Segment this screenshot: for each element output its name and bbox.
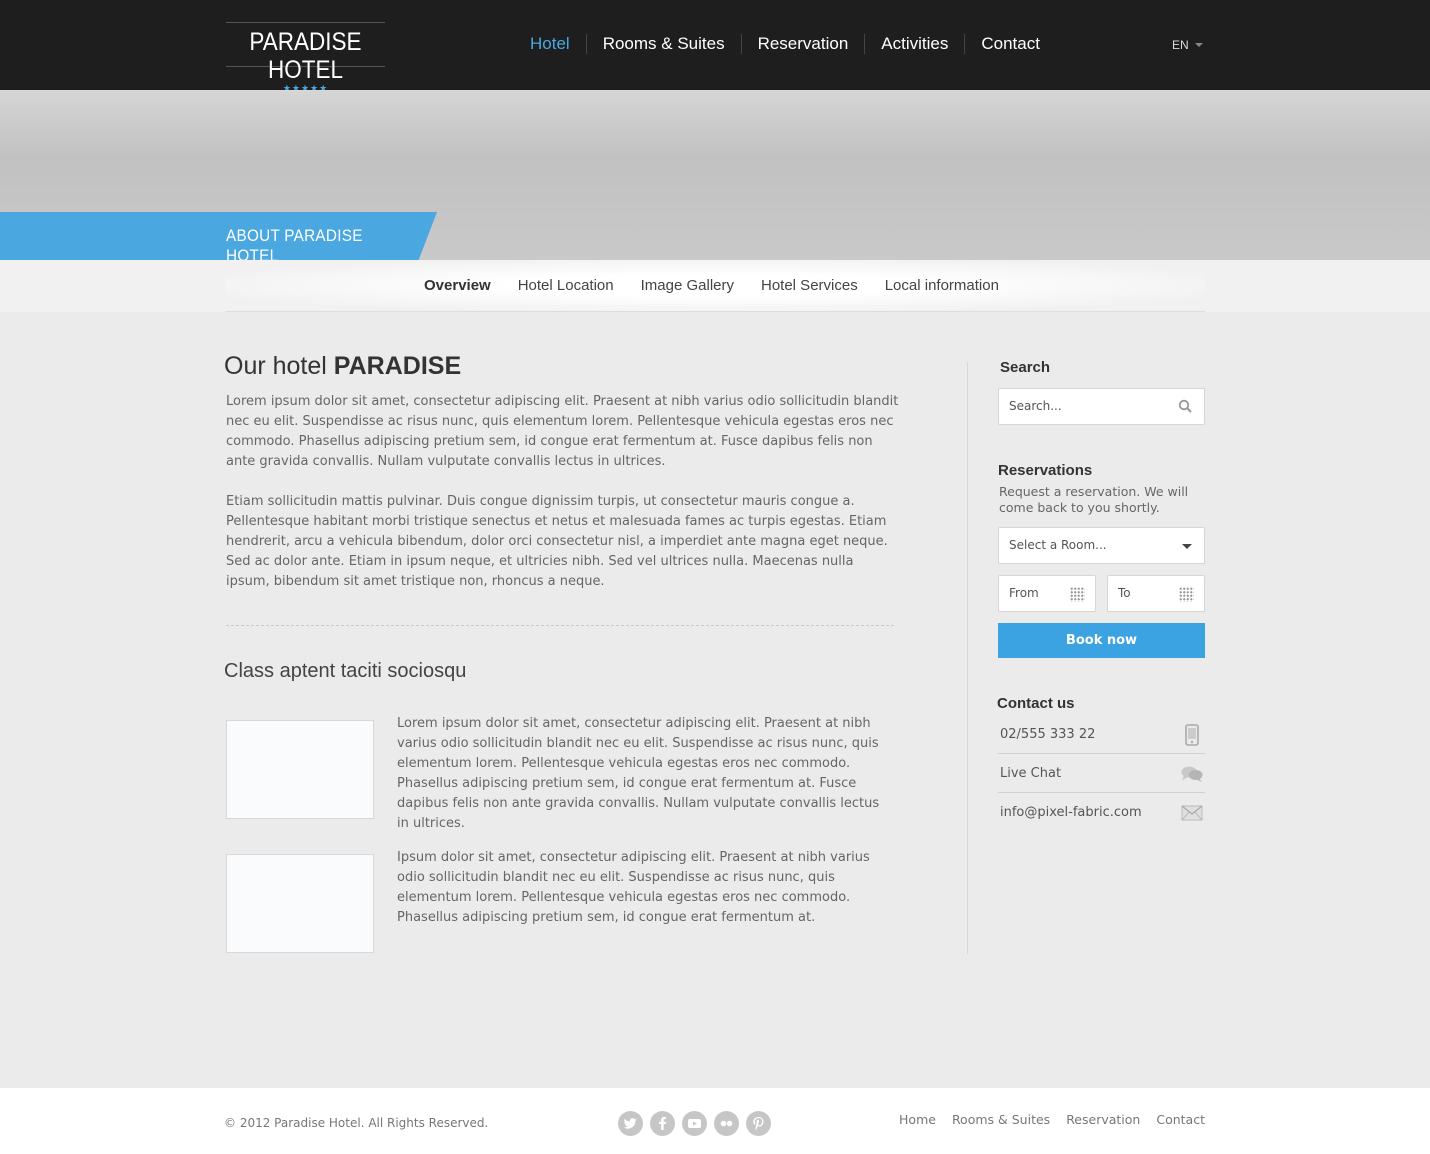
phone-number: 02/555 333 22 [1000, 727, 1096, 742]
footer-link-reservation[interactable]: Reservation [1066, 1112, 1140, 1127]
hero-label: ABOUT PARADISE HOTEL [0, 212, 437, 260]
calendar-icon[interactable] [1179, 587, 1194, 602]
email-address: info@pixel-fabric.com [1000, 805, 1142, 820]
book-now-button[interactable]: Book now [998, 623, 1205, 658]
thumbnail-image[interactable] [226, 854, 374, 953]
room-select-value: Select a Room... [1009, 538, 1107, 552]
nav-rooms-suites[interactable]: Rooms & Suites [585, 34, 741, 54]
facebook-icon[interactable] [650, 1111, 675, 1136]
main-content: Our hotel PARADISE Lorem ipsum dolor sit… [224, 350, 904, 953]
chat-icon [1181, 763, 1203, 785]
search-placeholder: Search... [1009, 399, 1062, 413]
title-bold: PARADISE [333, 352, 462, 380]
divider [226, 625, 894, 626]
social-links [618, 1111, 778, 1136]
subnav-hotel-location[interactable]: Hotel Location [518, 276, 614, 296]
subnav-local-information[interactable]: Local information [885, 276, 999, 296]
footer: © 2012 Paradise Hotel. All Rights Reserv… [0, 1088, 1430, 1154]
from-label: From [1009, 586, 1039, 600]
footer-link-rooms-suites[interactable]: Rooms & Suites [952, 1112, 1050, 1127]
mail-icon [1181, 802, 1203, 824]
sidebar-divider [967, 362, 968, 954]
contact-phone-row[interactable]: 02/555 333 22 [998, 715, 1205, 754]
list-item-text: Ipsum dolor sit amet, consectetur adipis… [397, 850, 870, 925]
to-date-field[interactable]: To [1107, 575, 1205, 612]
phone-icon [1181, 724, 1203, 746]
subnav-overview[interactable]: Overview [424, 276, 491, 296]
search-title: Search [1000, 359, 1051, 376]
to-label: To [1118, 586, 1131, 600]
title-light: Our hotel [224, 352, 334, 380]
sub-nav-items: Overview Hotel Location Image Gallery Ho… [424, 276, 1026, 296]
reservations-title: Reservations [998, 462, 1093, 479]
chevron-down-icon [1194, 43, 1203, 47]
intro-paragraph-2: Etiam sollicitudin mattis pulvinar. Duis… [226, 494, 888, 589]
footer-link-home[interactable]: Home [899, 1112, 936, 1127]
language-selector[interactable]: EN [1172, 38, 1203, 52]
calendar-icon[interactable] [1070, 587, 1085, 602]
contact-email-row[interactable]: info@pixel-fabric.com [998, 793, 1205, 832]
nav-activities[interactable]: Activities [864, 34, 964, 54]
list-item-text: Lorem ipsum dolor sit amet, consectetur … [397, 716, 880, 831]
nav-contact[interactable]: Contact [964, 34, 1056, 54]
chevron-down-icon [1182, 544, 1192, 549]
twitter-icon[interactable] [618, 1111, 643, 1136]
logo-text: PARADISE HOTEL [249, 28, 362, 84]
flickr-icon[interactable] [714, 1111, 739, 1136]
sub-nav: Overview Hotel Location Image Gallery Ho… [0, 260, 1430, 312]
subnav-hotel-services[interactable]: Hotel Services [761, 276, 858, 296]
nav-hotel[interactable]: Hotel [514, 34, 586, 54]
footer-nav: Home Rooms & Suites Reservation Contact [883, 1112, 1205, 1127]
from-date-field[interactable]: From [998, 575, 1096, 612]
page-title: Our hotel PARADISE [224, 350, 904, 382]
hero-banner: ABOUT PARADISE HOTEL [0, 90, 1430, 260]
contact-title: Contact us [997, 695, 1075, 712]
subnav-image-gallery[interactable]: Image Gallery [641, 276, 734, 296]
search-input[interactable]: Search... [998, 388, 1205, 425]
reservations-text: Request a reservation. We will come back… [999, 484, 1189, 515]
section-subtitle: Class aptent taciti sociosqu [224, 660, 467, 682]
language-label: EN [1172, 38, 1189, 52]
nav-reservation[interactable]: Reservation [740, 34, 865, 54]
pinterest-icon[interactable] [746, 1111, 771, 1136]
search-icon[interactable] [1178, 399, 1192, 413]
contact-chat-row[interactable]: Live Chat [998, 754, 1205, 793]
intro-paragraph-1: Lorem ipsum dolor sit amet, consectetur … [226, 394, 899, 469]
copyright: © 2012 Paradise Hotel. All Rights Reserv… [224, 1116, 489, 1130]
room-select[interactable]: Select a Room... [998, 527, 1205, 564]
logo[interactable]: PARADISE HOTEL ★★★★★ [226, 22, 385, 94]
main-nav: Hotel Rooms & Suites Reservation Activit… [514, 34, 1056, 54]
thumbnail-image[interactable] [226, 720, 374, 819]
live-chat-label: Live Chat [1000, 766, 1062, 781]
header: PARADISE HOTEL ★★★★★ Hotel Rooms & Suite… [0, 0, 1430, 94]
youtube-icon[interactable] [682, 1111, 707, 1136]
footer-link-contact[interactable]: Contact [1156, 1112, 1205, 1127]
